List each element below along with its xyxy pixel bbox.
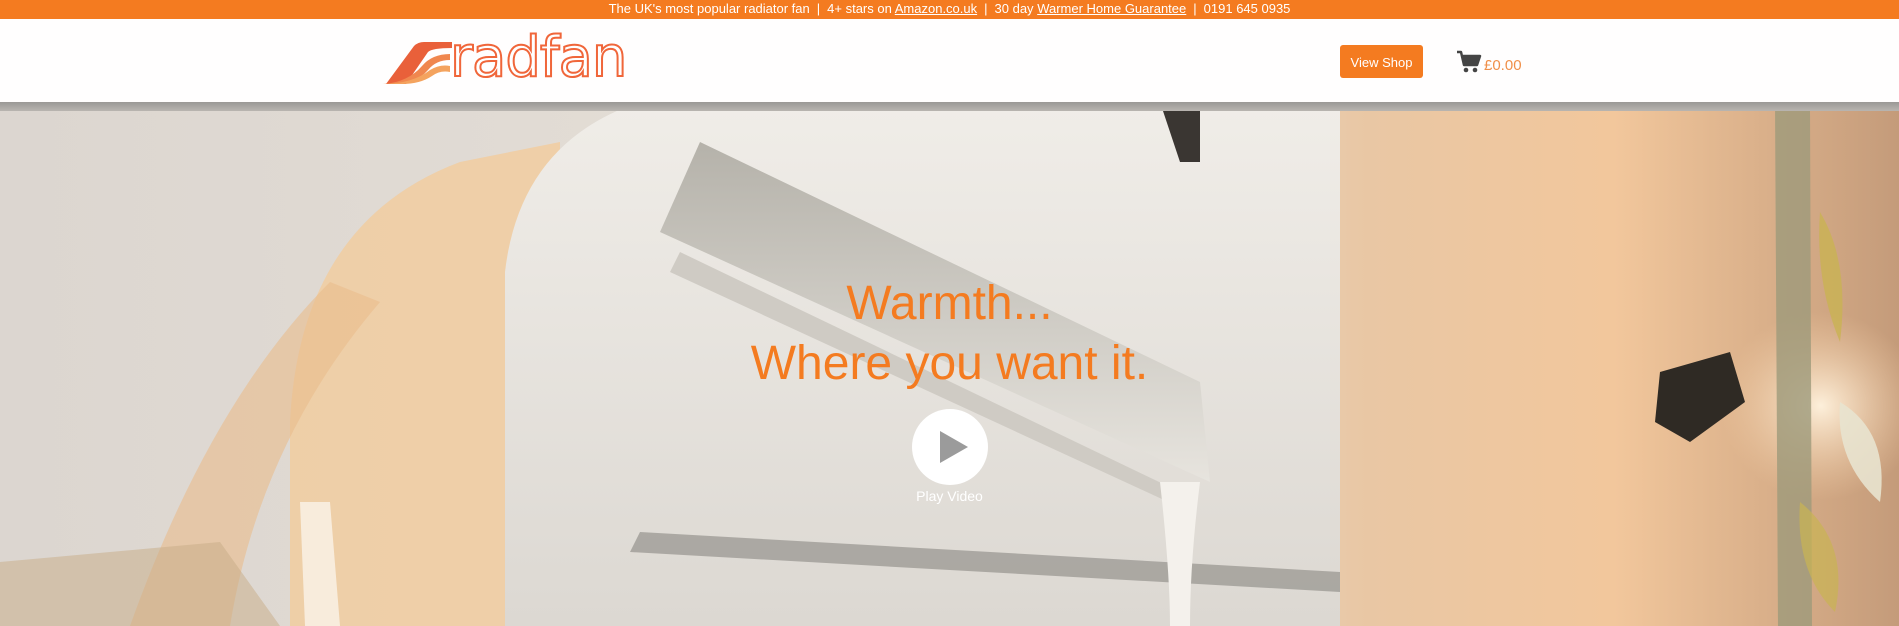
guarantee-link[interactable]: Warmer Home Guarantee	[1037, 1, 1186, 16]
amazon-link[interactable]: Amazon.co.uk	[895, 1, 977, 16]
cart-total: £0.00	[1484, 56, 1522, 74]
announcement-bar: The UK's most popular radiator fan | 4+ st…	[0, 0, 1899, 19]
hero-headline: Warmth... Where you want it.	[0, 274, 1899, 394]
logo-stripes-icon	[382, 42, 452, 84]
separator: |	[984, 1, 988, 16]
phone-number: 0191 645 0935	[1203, 1, 1291, 16]
hero-headline-line-2: Where you want it.	[750, 337, 1149, 390]
radfan-logo[interactable]: radfan	[382, 27, 632, 90]
shopping-cart-icon	[1457, 50, 1482, 73]
stars-text: 4+ stars on	[827, 1, 892, 16]
page: The UK's most popular radiator fan | 4+ st…	[0, 0, 1899, 626]
separator: |	[816, 1, 821, 16]
announcement-text: The UK's most popular radiator fan	[608, 1, 810, 16]
play-icon	[940, 431, 968, 463]
separator: |	[1193, 1, 1197, 16]
view-shop-button[interactable]: View Shop	[1340, 45, 1423, 78]
guarantee-prefix: 30 day	[994, 1, 1034, 16]
hero-headline-line-1: Warmth...	[846, 277, 1053, 330]
hero-section: Warmth... Where you want it. Play Video	[0, 102, 1899, 626]
cart-link[interactable]: £0.00	[1456, 47, 1522, 77]
header-shadow	[0, 102, 1899, 111]
site-header: radfan View Shop £0.00	[0, 19, 1899, 102]
play-video-label[interactable]: Play Video	[0, 488, 1899, 504]
play-video-button[interactable]	[912, 409, 988, 485]
logo-wordmark: radfan	[449, 25, 628, 90]
